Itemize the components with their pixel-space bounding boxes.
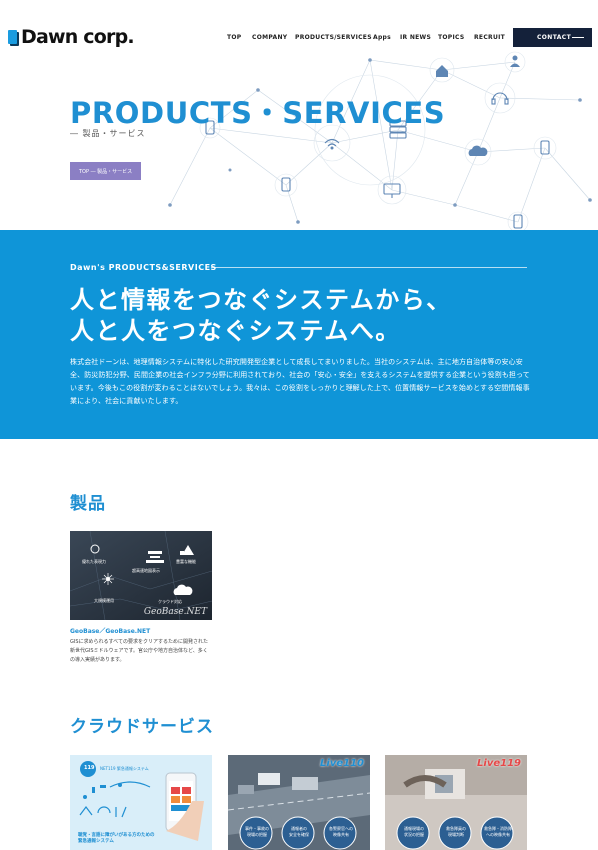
- product-card[interactable]: 優れた表現力 豊富な機能 超高速地図表示 大規模運用 クラウド対応 GeoBas…: [70, 531, 212, 665]
- net119-caption: NET119 緊急通報システム: [100, 766, 149, 771]
- intro-headline: 人と情報をつなぐシステムから、 人と人をつなぐシステムへ。: [70, 285, 452, 347]
- product-image-brand: GeoBase.NET: [143, 607, 207, 617]
- net119-footer: 聴覚・言語に障がいがある方のための緊急通報システム: [78, 833, 155, 844]
- intro-section: Dawn's PRODUCTS&SERVICES 人と情報をつなぐシステムから、…: [0, 230, 598, 439]
- live119-bubble: 救急隊員の 現場判断: [446, 826, 466, 837]
- intro-body: 株式会社ドーンは、地理情報システムに特化した研究開発型企業として成長してまいりま…: [70, 358, 530, 405]
- network-illustration: [168, 51, 592, 230]
- product-image-label: 超高速地図表示: [132, 568, 160, 573]
- intro-divider: [211, 267, 527, 268]
- cloud-heading: クラウドサービス: [70, 717, 214, 737]
- cloud-card-live119[interactable]: Live119 通報現場の 状況の把握 救急隊員の 現場判断 救急隊・消防隊 へ…: [385, 755, 527, 850]
- nav-item-topics[interactable]: TOPICS: [438, 34, 464, 41]
- nav-item-company[interactable]: COMPANY: [252, 34, 287, 41]
- product-image-label: クラウド対応: [158, 599, 182, 604]
- nav-item-products-services[interactable]: PRODUCTS/SERVICES: [295, 34, 372, 41]
- nav-item-ir-news[interactable]: IR NEWS: [400, 34, 431, 41]
- live119-bubble: 救急隊・消防隊 への映像共有: [484, 826, 512, 837]
- breadcrumb[interactable]: TOP ― 製品・サービス: [70, 162, 141, 180]
- page-subtitle: ― 製品・サービス: [70, 129, 146, 138]
- intro-headline-line-1: 人と情報をつなぐシステムから、: [70, 286, 452, 314]
- nav-item-apps[interactable]: Apps: [373, 34, 391, 41]
- product-name[interactable]: GeoBase／GeoBase.NET: [70, 626, 212, 635]
- nav-item-recruit[interactable]: RECRUIT: [474, 34, 505, 41]
- live110-brand: Live110: [320, 758, 364, 769]
- product-image-label: 豊富な機能: [176, 559, 196, 564]
- contact-button-label: CONTACT: [537, 34, 572, 41]
- live119-brand: Live119: [477, 758, 521, 769]
- main-nav: TOP COMPANY PRODUCTS/SERVICES Apps IR NE…: [0, 34, 598, 44]
- product-image-label: 優れた表現力: [82, 559, 106, 564]
- arrow-right-icon: [572, 37, 584, 38]
- contact-button[interactable]: CONTACT: [513, 28, 592, 47]
- live119-bubble: 通報現場の 状況の把握: [404, 826, 424, 837]
- product-image: 優れた表現力 豊富な機能 超高速地図表示 大規模運用 クラウド対応 GeoBas…: [70, 531, 212, 620]
- intro-headline-line-2: 人と人をつなぐシステムへ。: [70, 317, 401, 345]
- nav-item-top[interactable]: TOP: [227, 34, 242, 41]
- hero: PRODUCTS・SERVICES ― 製品・サービス TOP ― 製品・サービ…: [0, 48, 598, 230]
- cloud-card-live110[interactable]: Live110 事件・事故の 現場の把握 通報者の 安全を確保 各警察官への 映…: [228, 755, 370, 850]
- intro-label: Dawn's PRODUCTS&SERVICES: [70, 263, 217, 272]
- live110-bubble: 通報者の 安全を確保: [289, 826, 309, 837]
- live110-bubble: 事件・事故の 現場の把握: [245, 826, 269, 837]
- cloud-card-net119[interactable]: 119 NET119 緊急通報システム 聴覚・言語に障がいがある方のための緊急通…: [70, 755, 212, 850]
- product-description: GISに求められるすべての要求をクリアするために開発された新世代GISミドルウェ…: [70, 639, 208, 663]
- net119-badge: 119: [84, 765, 95, 771]
- live110-bubble: 各警察官への 映像共有: [329, 826, 353, 837]
- product-image-label: 大規模運用: [94, 598, 114, 603]
- products-heading: 製品: [70, 494, 106, 514]
- page-title: PRODUCTS・SERVICES: [70, 96, 446, 130]
